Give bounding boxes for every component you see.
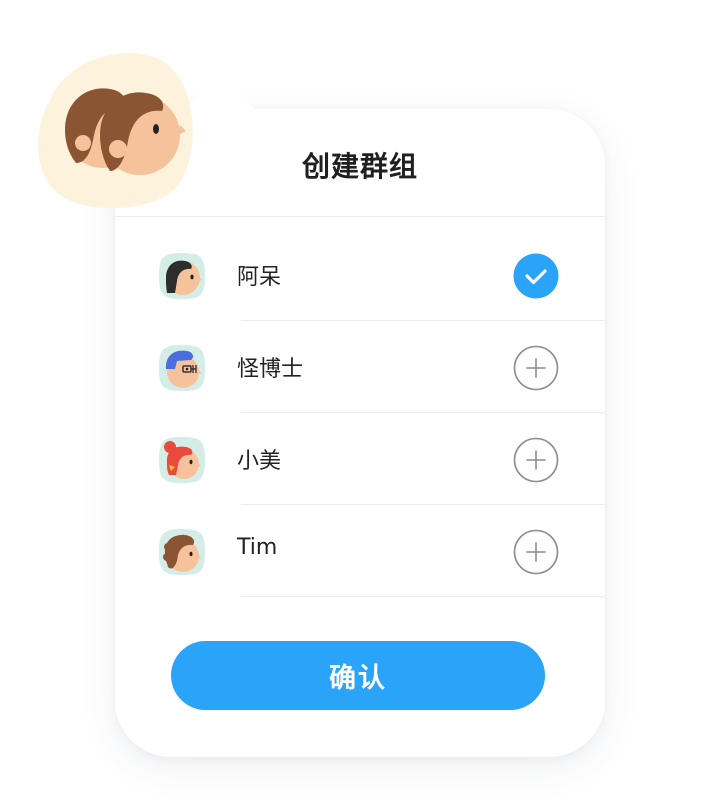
contact-row[interactable]: 怪博士 <box>115 321 605 413</box>
add-contact-icon[interactable] <box>513 529 559 575</box>
title-divider <box>115 216 605 217</box>
selected-check-icon[interactable] <box>513 253 559 299</box>
group-avatar-icon <box>38 52 193 209</box>
add-contact-icon[interactable] <box>513 437 559 483</box>
create-group-screen: 创建群组 阿呆 怪博士 小美 Tim 确认 <box>0 0 720 804</box>
dialog-title: 创建群组 <box>301 150 418 183</box>
blue-hair-glasses-avatar-icon <box>159 345 205 391</box>
contact-row[interactable]: 阿呆 <box>115 229 605 321</box>
contact-name: 小美 <box>237 449 282 474</box>
contact-row[interactable]: 小美 <box>115 413 605 505</box>
contact-row[interactable]: Tim <box>115 505 605 597</box>
dark-hair-avatar-icon <box>159 253 205 299</box>
brown-curly-hair-avatar-icon <box>159 529 205 575</box>
red-hair-avatar-icon <box>159 437 205 483</box>
confirm-button[interactable]: 确认 <box>171 641 545 710</box>
row-divider <box>241 596 605 597</box>
contact-name: 阿呆 <box>237 265 282 290</box>
add-contact-icon[interactable] <box>513 345 559 391</box>
contact-name: Tim <box>237 535 278 560</box>
contact-name: 怪博士 <box>237 357 304 382</box>
